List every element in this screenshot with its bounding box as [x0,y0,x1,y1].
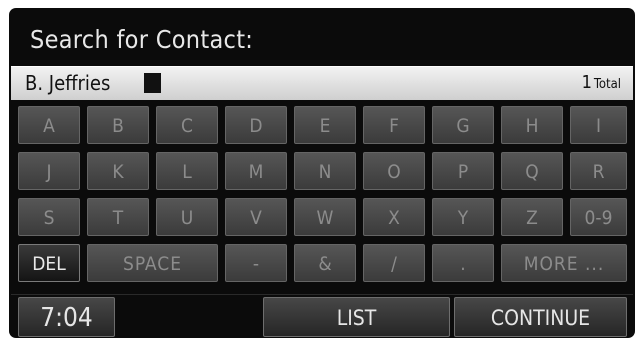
key-j[interactable]: J [18,152,80,190]
key-n[interactable]: N [294,152,356,190]
key-y[interactable]: Y [432,198,494,236]
result-count: 1 Total [582,72,621,93]
key-ampersand[interactable]: & [294,244,356,282]
result-count-label: Total [593,77,621,92]
key-c[interactable]: C [156,106,218,144]
delete-button[interactable]: DEL [18,244,80,282]
key-q[interactable]: Q [501,152,563,190]
key-s[interactable]: S [18,198,80,236]
key-i[interactable]: I [570,106,627,144]
key-slash[interactable]: / [363,244,425,282]
key-z[interactable]: Z [501,198,563,236]
key-b[interactable]: B [87,106,149,144]
search-entry-text: B. Jeffries [25,71,111,95]
continue-button[interactable]: CONTINUE [454,297,627,337]
more-keys-button[interactable]: MORE ... [501,244,627,282]
key-g[interactable]: G [432,106,494,144]
key-e[interactable]: E [294,106,356,144]
key-dash[interactable]: - [225,244,287,282]
key-numbers[interactable]: 0-9 [570,198,627,236]
key-t[interactable]: T [87,198,149,236]
page-title: Search for Contact: [30,25,254,54]
key-h[interactable]: H [501,106,563,144]
list-button[interactable]: LIST [263,297,450,337]
text-cursor [144,73,161,93]
search-entry-field[interactable]: B. Jeffries 1 Total [11,66,633,100]
key-r[interactable]: R [570,152,627,190]
key-a[interactable]: A [18,106,80,144]
footer-divider [11,294,633,295]
key-f[interactable]: F [363,106,425,144]
key-d[interactable]: D [225,106,287,144]
search-contact-screen: Search for Contact: B. Jeffries 1 Total A… [9,8,635,338]
key-p[interactable]: P [432,152,494,190]
key-w[interactable]: W [294,198,356,236]
key-m[interactable]: M [225,152,287,190]
key-u[interactable]: U [156,198,218,236]
key-x[interactable]: X [363,198,425,236]
key-v[interactable]: V [225,198,287,236]
key-o[interactable]: O [363,152,425,190]
key-l[interactable]: L [156,152,218,190]
space-key[interactable]: SPACE [87,244,218,282]
key-period[interactable]: . [432,244,494,282]
key-k[interactable]: K [87,152,149,190]
clock-display: 7:04 [18,297,115,337]
result-count-number: 1 [581,72,592,93]
